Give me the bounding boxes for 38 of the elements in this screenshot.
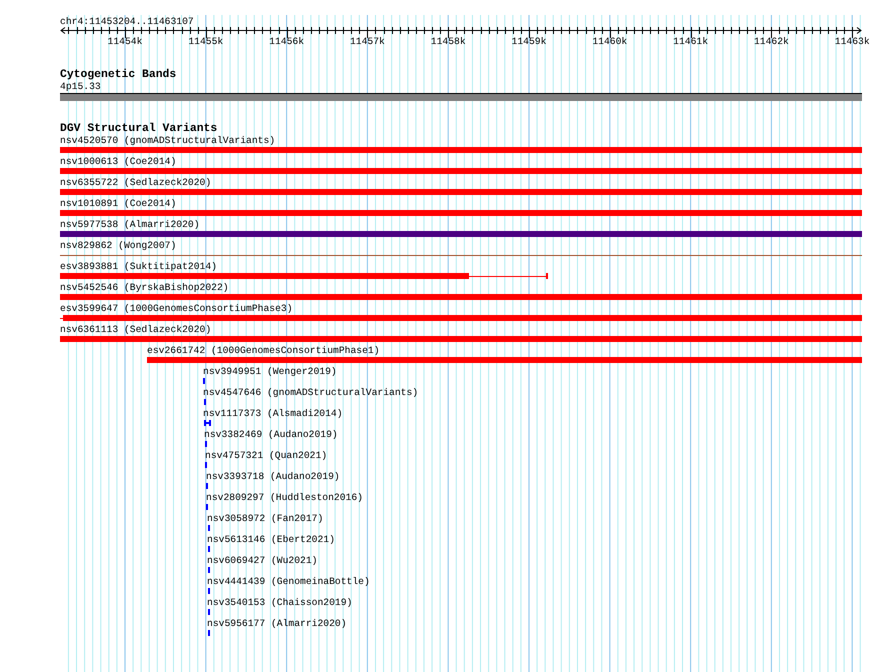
feature-label: nsv1000613 (Coe2014): [60, 156, 176, 167]
feature-label: 4p15.33: [60, 81, 101, 92]
feature-label: nsv2809297 (Huddleston2016): [206, 492, 363, 503]
feature-label: nsv4547646 (gnomADStructuralVariants): [203, 387, 418, 398]
feature-label: esv3599647 (1000GenomesConsortiumPhase3): [60, 303, 293, 314]
feature-label: nsv6355722 (Sedlazeck2020): [60, 177, 212, 188]
feature-label: esv3893881 (Suktitipat2014): [60, 261, 217, 272]
feature-label: nsv829862 (Wong2007): [60, 240, 176, 251]
feature-label: nsv6069427 (Wu2021): [207, 555, 318, 566]
feature-label: nsv5452546 (ByrskaBishop2022): [60, 282, 229, 293]
feature-label: nsv3540153 (Chaisson2019): [207, 597, 352, 608]
feature-label: esv2661742 (1000GenomesConsortiumPhase1): [147, 345, 380, 356]
tick-label: 11457k: [350, 36, 385, 47]
tick-label: 11454k: [108, 36, 142, 47]
tick-label: 11462k: [754, 36, 789, 47]
feature-label: nsv3382469 (Audano2019): [204, 429, 338, 440]
feature-label: nsv5613146 (Ebert2021): [207, 534, 335, 545]
feature-label: nsv1117373 (Alsmadi2014): [203, 408, 343, 419]
tick-label: 11456k: [269, 36, 304, 47]
feature-label: nsv5977538 (Almarri2020): [60, 219, 200, 230]
feature-label: nsv3949951 (Wenger2019): [203, 366, 337, 377]
track-title: Cytogenetic Bands: [60, 69, 176, 81]
feature-label: nsv6361113 (Sedlazeck2020): [60, 324, 212, 335]
feature-label: nsv5956177 (Almarri2020): [207, 618, 347, 629]
feature-label: nsv4441439 (GenomeinaBottle): [207, 576, 370, 587]
tick-label: 11461k: [673, 36, 708, 47]
tick-label: 11460k: [592, 36, 628, 47]
tick-label: 11455k: [188, 36, 224, 47]
feature-label: nsv3058972 (Fan2017): [207, 513, 324, 524]
track-title: DGV Structural Variants: [60, 123, 218, 135]
feature-label: nsv3393718 (Audano2019): [206, 471, 340, 482]
feature-label: nsv1010891 (Coe2014): [60, 198, 176, 209]
tick-label: 11463k: [834, 36, 870, 47]
location-label: chr4:11453204..11463107: [60, 16, 194, 27]
feature-label: nsv4757321 (Quan2021): [205, 450, 328, 461]
feature-label: nsv4520570 (gnomADStructuralVariants): [60, 135, 276, 146]
tick-label: 11458k: [430, 36, 466, 47]
tick-label: 11459k: [512, 36, 546, 47]
